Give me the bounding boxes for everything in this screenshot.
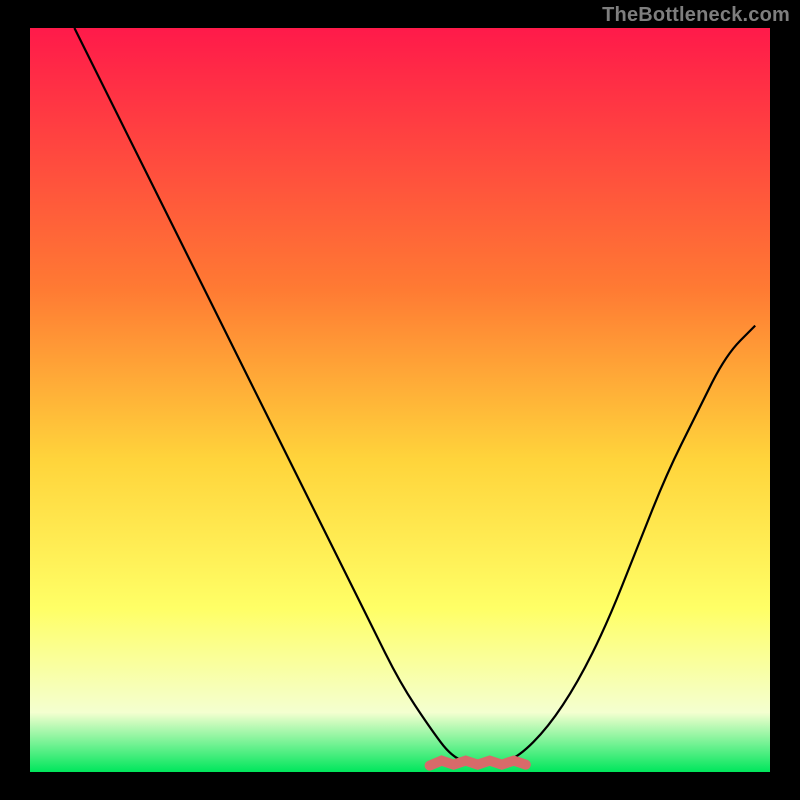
frame-border	[0, 0, 30, 800]
plot-gradient-background	[30, 28, 770, 772]
bottleneck-chart	[0, 0, 800, 800]
chart-stage: TheBottleneck.com	[0, 0, 800, 800]
frame-border	[770, 0, 800, 800]
frame-border	[0, 772, 800, 800]
watermark-text: TheBottleneck.com	[602, 4, 790, 27]
sweet-spot-highlight	[430, 761, 526, 766]
